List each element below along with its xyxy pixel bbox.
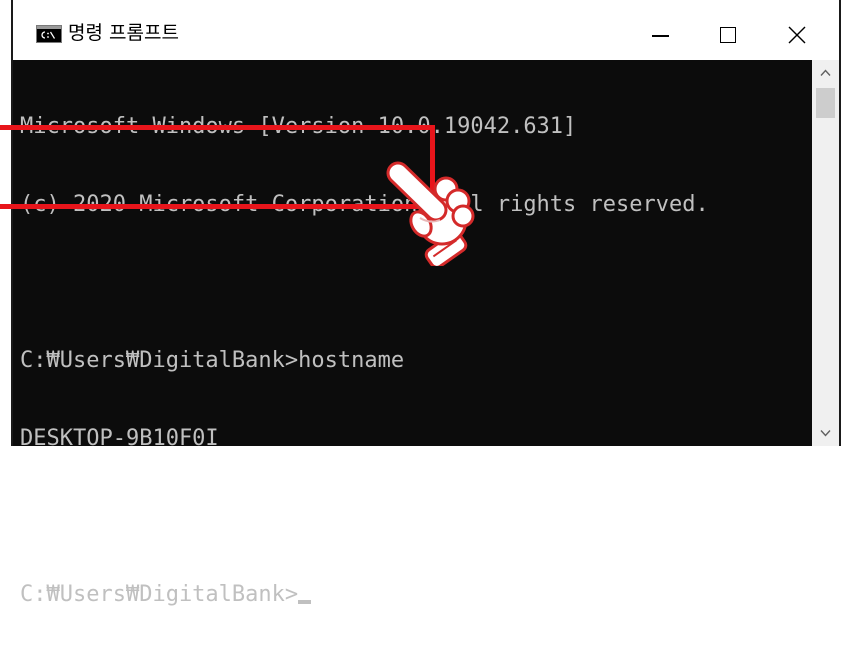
close-icon <box>788 26 806 44</box>
chevron-up-icon <box>820 69 831 76</box>
highlight-box <box>0 125 435 209</box>
close-button[interactable] <box>763 0 832 60</box>
scrollbar-thumb[interactable] <box>816 88 835 118</box>
maximize-button[interactable] <box>694 0 763 60</box>
prompt-text: C:₩Users₩DigitalBank> <box>20 582 299 607</box>
console-prompt-line: C:₩Users₩DigitalBank> <box>20 582 709 608</box>
scroll-up-button[interactable] <box>812 60 839 86</box>
pointer-hand-icon <box>386 161 475 266</box>
minimize-button[interactable] <box>626 0 695 60</box>
scroll-down-button[interactable] <box>812 420 839 446</box>
console-line-output: DESKTOP-9B10F0I <box>20 426 219 451</box>
minimize-icon <box>652 35 669 37</box>
window-title: 명령 프롬프트 <box>68 22 179 44</box>
cmd-icon[interactable] <box>36 25 62 43</box>
text-cursor <box>298 600 312 604</box>
maximize-icon <box>720 27 736 43</box>
console-line-command: C:₩Users₩DigitalBank>hostname <box>20 348 405 373</box>
title-bar[interactable]: 명령 프롬프트 <box>13 0 839 60</box>
chevron-down-icon <box>820 430 831 437</box>
scrollbar[interactable] <box>812 60 839 446</box>
